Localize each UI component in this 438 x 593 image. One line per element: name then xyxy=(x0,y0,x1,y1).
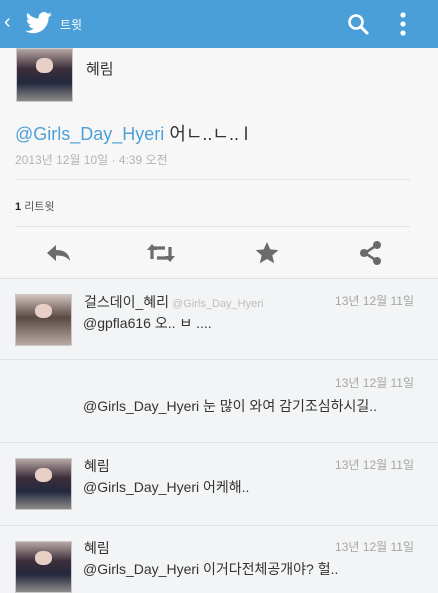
author-name[interactable]: 혜림 xyxy=(86,58,114,79)
tweet-body: 어ㄴ..ㄴ.. l xyxy=(164,124,248,144)
reply-text: @gpfla616 오.. ㅂ .... xyxy=(83,315,212,331)
mention-link[interactable]: @Girls_Day_Hyeri xyxy=(83,561,199,577)
reply-author[interactable]: 혜림 xyxy=(84,456,110,476)
mention-link[interactable]: @Girls_Day_Hyeri xyxy=(83,398,199,414)
reply-timestamp: 13년 12월 11일 xyxy=(335,294,414,308)
reply-timestamp: 13년 12월 11일 xyxy=(335,540,414,554)
avatar[interactable] xyxy=(15,541,72,593)
reply-icon[interactable] xyxy=(44,240,74,266)
mention-link[interactable]: @Girls_Day_Hyeri xyxy=(83,479,199,495)
reply-timestamp: 13년 12월 11일 xyxy=(335,458,414,472)
screen-title: 트윗 xyxy=(60,18,83,32)
reply-handle: @Girls_Day_Hyeri xyxy=(172,298,264,310)
share-icon[interactable] xyxy=(356,240,386,266)
divider xyxy=(15,226,410,227)
avatar[interactable] xyxy=(16,48,73,102)
reply-author[interactable]: 혜림 xyxy=(84,538,110,558)
back-chevron-icon[interactable]: ‹ xyxy=(4,11,18,33)
reply-timestamp: 13년 12월 11일 xyxy=(335,376,414,390)
mention-link[interactable]: @Girls_Day_Hyeri xyxy=(15,124,164,144)
top-bar: ‹ 트윗 xyxy=(0,0,438,48)
avatar[interactable] xyxy=(15,294,72,346)
reply-text: @Girls_Day_Hyeri 이거다전체공개야? 헐.. xyxy=(83,561,339,577)
search-icon[interactable] xyxy=(346,12,370,36)
twitter-bird-icon[interactable] xyxy=(24,9,54,37)
favorite-icon[interactable] xyxy=(252,240,282,266)
retweet-icon[interactable] xyxy=(146,240,176,266)
reply-text: @Girls_Day_Hyeri 어케해.. xyxy=(83,479,250,495)
reply-text: @Girls_Day_Hyeri 눈 많이 와여 감기조심하시길.. xyxy=(83,398,378,414)
tweet-text: @Girls_Day_Hyeri 어ㄴ..ㄴ.. l xyxy=(15,120,248,146)
tweet-timestamp: 2013년 12월 10일 · 4:39 오전 xyxy=(15,153,168,167)
reply-author[interactable]: 걸스데이_혜리 @Girls_Day_Hyeri xyxy=(84,292,263,312)
overflow-menu-icon[interactable] xyxy=(398,10,408,38)
avatar[interactable] xyxy=(15,458,72,510)
retweet-count[interactable]: 1 리트윗 xyxy=(15,198,55,214)
divider xyxy=(15,179,410,180)
